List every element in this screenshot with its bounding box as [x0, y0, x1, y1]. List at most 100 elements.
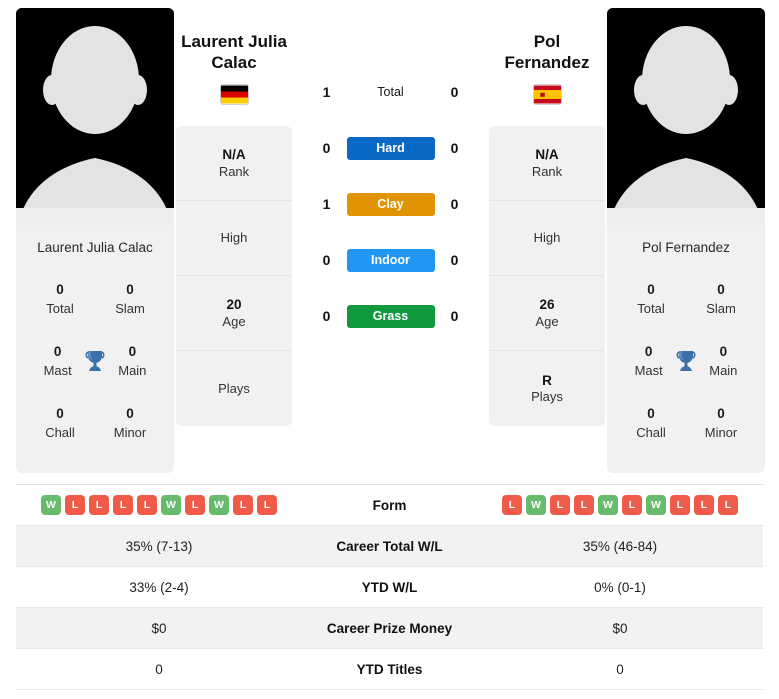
right-stat-chall-label: Chall: [636, 424, 666, 440]
left-info-high-label: High: [220, 230, 248, 246]
right-player-card-name: Pol Fernandez: [642, 240, 730, 255]
right-info-age-value: 26: [539, 297, 555, 313]
left-info-column: Laurent Julia Calac N/A Rank High 20 Age…: [174, 8, 294, 427]
right-form-strip: LWLLWLWLLL: [502, 495, 738, 515]
right-info-column: Pol Fernandez N/A Rank High 26 Age R Pla…: [487, 8, 607, 427]
right-career-prize-money: $0: [612, 620, 628, 636]
table-row-ytd-wl: 33% (2-4) YTD W/L 0% (0-1): [16, 567, 763, 608]
h2h-indoor-right: 0: [450, 252, 459, 268]
surface-pill-clay[interactable]: Clay: [346, 192, 435, 216]
left-ytd-titles: 0: [155, 661, 163, 677]
h2h-hard-right: 0: [450, 140, 459, 156]
left-career-total-wl: 35% (7-13): [125, 538, 193, 554]
h2h-grass-mid: Grass: [342, 304, 440, 328]
surface-pill-indoor[interactable]: Indoor: [346, 248, 435, 272]
form-badge: W: [161, 495, 181, 515]
right-info-card: N/A Rank High 26 Age R Plays: [489, 126, 605, 427]
form-badge: W: [646, 495, 666, 515]
form-badge: L: [89, 495, 109, 515]
right-player-column: Pol Fernandez 0 Total 0 Slam 0 Mast 0 Ma…: [607, 8, 765, 473]
right-career-total-wl: 35% (46-84): [582, 538, 658, 554]
left-info-plays-label: Plays: [218, 380, 250, 396]
table-row-career-total-wl: 35% (7-13) Career Total W/L 35% (46-84): [16, 526, 763, 567]
row-label-career-prize-money: Career Prize Money: [326, 620, 453, 636]
h2h-column: 1 Total 0 0 Hard 0 1 Clay 0 0 Indoor 0 0…: [294, 8, 487, 344]
left-stat-mast: 0 Mast: [34, 343, 81, 379]
table-row-form: WLLLLWLWLL Form LWLLWLWLLL: [16, 485, 763, 526]
comparison-stats-table: WLLLLWLWLL Form LWLLWLWLLL 35% (7-13) Ca…: [16, 484, 763, 690]
left-info-age-label: Age: [222, 313, 246, 329]
left-stat-total: 0 Total: [34, 281, 86, 317]
left-stat-chall-label: Chall: [45, 424, 75, 440]
left-titles-row-3: 0 Chall 0 Minor: [16, 392, 174, 454]
form-badge: L: [502, 495, 522, 515]
right-form-cell: LWLLWLWLLL: [477, 495, 763, 515]
left-stat-mast-value: 0: [53, 344, 62, 360]
form-badge: L: [65, 495, 85, 515]
right-titles-row-2: 0 Mast 0 Main: [607, 330, 765, 392]
comparison-top-area: Laurent Julia Calac 0 Total 0 Slam 0 Mas…: [0, 0, 779, 474]
left-stat-slam: 0 Slam: [104, 281, 156, 317]
right-stat-main-value: 0: [719, 344, 728, 360]
left-player-name-line2: Calac: [211, 52, 257, 72]
right-stat-minor: 0 Minor: [695, 405, 747, 441]
right-info-rank-value: N/A: [535, 147, 559, 163]
left-info-plays: Plays: [176, 351, 292, 426]
left-info-rank-label: Rank: [218, 163, 250, 179]
right-titles-grid: 0 Total 0 Slam 0 Mast 0 Main 0 Chall 0 M…: [607, 258, 765, 454]
left-career-prize-money: $0: [151, 620, 167, 636]
right-info-age-label: Age: [535, 313, 559, 329]
right-titles-row-1: 0 Total 0 Slam: [607, 268, 765, 330]
left-form-cell: WLLLLWLWLL: [16, 495, 302, 515]
right-stat-mast-value: 0: [644, 344, 653, 360]
left-stat-chall: 0 Chall: [34, 405, 86, 441]
h2h-row-hard: 0 Hard 0: [306, 120, 476, 176]
h2h-hard-mid: Hard: [342, 136, 440, 160]
right-player-name-line1: Pol: [533, 32, 561, 51]
trophy-icon: [81, 346, 108, 376]
h2h-clay-left: 1: [322, 196, 331, 212]
row-label-form: Form: [372, 497, 407, 513]
h2h-indoor-left: 0: [322, 252, 331, 268]
h2h-total-right: 0: [450, 84, 459, 100]
right-info-rank: N/A Rank: [489, 126, 605, 202]
right-player-name-line2: Fernandez: [504, 52, 590, 72]
left-info-card: N/A Rank High 20 Age Plays: [176, 126, 292, 427]
left-info-age: 20 Age: [176, 276, 292, 352]
left-stat-total-label: Total: [46, 300, 74, 316]
right-info-age: 26 Age: [489, 276, 605, 352]
row-label-career-total-wl: Career Total W/L: [336, 538, 443, 554]
left-stat-main-value: 0: [128, 344, 137, 360]
form-badge: W: [41, 495, 61, 515]
h2h-row-clay: 1 Clay 0: [306, 176, 476, 232]
left-player-photo: [16, 8, 174, 225]
h2h-grass-right: 0: [450, 308, 459, 324]
right-stat-chall-value: 0: [647, 406, 655, 422]
right-stat-slam-label: Slam: [706, 300, 736, 316]
right-stat-main: 0 Main: [700, 343, 747, 379]
right-ytd-titles: 0: [616, 661, 624, 677]
left-flag-wrap: [174, 85, 294, 104]
left-titles-row-1: 0 Total 0 Slam: [16, 268, 174, 330]
surface-pill-grass[interactable]: Grass: [346, 304, 435, 328]
surface-pill-hard[interactable]: Hard: [346, 136, 435, 160]
right-stat-total-label: Total: [637, 300, 665, 316]
h2h-grass-left: 0: [322, 308, 331, 324]
right-info-high: High: [489, 201, 605, 277]
left-info-age-value: 20: [226, 297, 242, 313]
right-stat-chall: 0 Chall: [625, 405, 677, 441]
left-player-column: Laurent Julia Calac 0 Total 0 Slam 0 Mas…: [16, 8, 174, 473]
left-stat-chall-value: 0: [56, 406, 64, 422]
h2h-hard-left: 0: [322, 140, 331, 156]
right-stat-slam: 0 Slam: [695, 281, 747, 317]
left-stat-slam-value: 0: [126, 282, 134, 298]
right-player-header: Pol Fernandez: [487, 8, 607, 104]
row-label-ytd-titles: YTD Titles: [356, 661, 423, 677]
right-stat-mast: 0 Mast: [625, 343, 672, 379]
right-info-high-label: High: [533, 230, 561, 246]
table-row-career-prize-money: $0 Career Prize Money $0: [16, 608, 763, 649]
right-info-plays: R Plays: [489, 351, 605, 426]
left-player-card-name: Laurent Julia Calac: [37, 240, 153, 255]
left-ytd-wl: 33% (2-4): [129, 579, 189, 595]
left-info-high: High: [176, 201, 292, 277]
